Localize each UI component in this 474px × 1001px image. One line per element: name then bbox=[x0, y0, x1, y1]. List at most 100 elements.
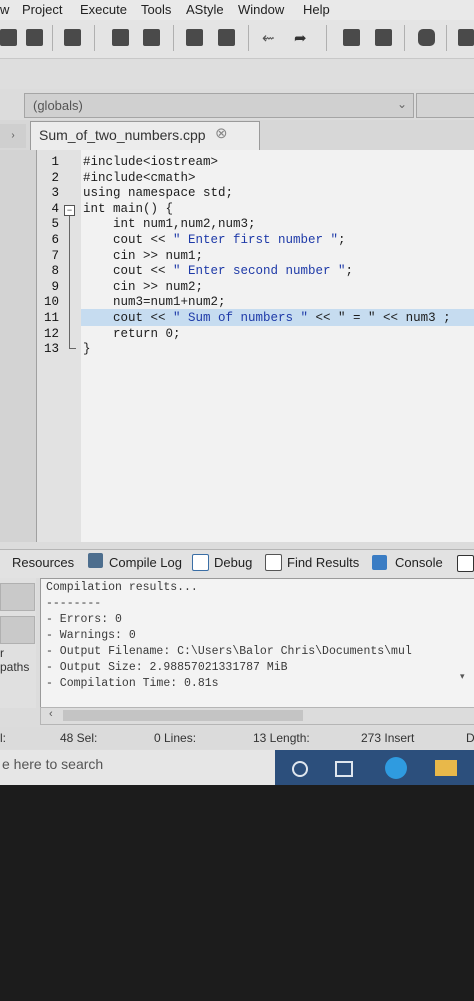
scroll-left-icon[interactable]: ‹ bbox=[49, 708, 53, 720]
unindent-icon[interactable] bbox=[375, 29, 392, 46]
windows-taskbar: e here to search bbox=[0, 750, 474, 785]
tab-resources[interactable]: Resources bbox=[12, 555, 74, 570]
tab-debug[interactable]: Debug bbox=[214, 555, 252, 570]
string-literal: " Sum of numbers " bbox=[173, 311, 309, 325]
tab-compile-log[interactable]: Compile Log bbox=[109, 555, 182, 570]
bookmark-icon[interactable] bbox=[418, 29, 435, 46]
output-line: - Output Size: 2.98857021331787 MiB bbox=[46, 661, 288, 674]
code-line[interactable]: cin >> num2; bbox=[83, 280, 203, 294]
side-button-1[interactable] bbox=[0, 583, 35, 611]
status-length: 13 Length: bbox=[253, 731, 310, 745]
code-line[interactable]: cout << " Enter second number "; bbox=[83, 264, 353, 278]
save-all-icon[interactable] bbox=[143, 29, 160, 46]
line-number: 1 bbox=[51, 155, 59, 169]
print-icon[interactable] bbox=[64, 29, 81, 46]
line-number: 5 bbox=[51, 217, 59, 232]
menu-item-execute[interactable]: Execute bbox=[80, 2, 127, 17]
status-selection: 48 Sel: bbox=[60, 731, 98, 745]
status-extra: D bbox=[466, 731, 474, 745]
toolbar-divider bbox=[404, 25, 405, 51]
code-line[interactable]: cout << " Enter first number "; bbox=[83, 233, 346, 247]
status-insert-mode: 273 Insert bbox=[361, 731, 415, 745]
menu-item-window[interactable]: Window bbox=[238, 2, 284, 17]
taskbar-search-box[interactable]: e here to search bbox=[0, 750, 275, 785]
compiler-side-list: r paths bbox=[0, 578, 36, 708]
scroll-down-icon[interactable]: ▾ bbox=[460, 671, 465, 682]
open-file-icon[interactable] bbox=[26, 29, 43, 46]
code-line[interactable]: num3=num1+num2; bbox=[83, 295, 226, 309]
bottom-panel-tabs: Resources Compile Log Debug Find Results… bbox=[0, 549, 474, 578]
close-file-icon[interactable] bbox=[186, 29, 203, 46]
chevron-down-icon[interactable]: ⌄ bbox=[397, 97, 407, 111]
indent-icon[interactable] bbox=[343, 29, 360, 46]
fold-toggle-icon[interactable]: − bbox=[64, 205, 75, 216]
goto-icon[interactable] bbox=[458, 29, 474, 46]
code-line[interactable]: cout << " Sum of numbers " << " = " << n… bbox=[83, 311, 451, 325]
symbol-combobox[interactable] bbox=[416, 93, 474, 118]
line-number: 4 bbox=[51, 201, 59, 216]
code-text: cin >> num1; bbox=[83, 248, 204, 263]
redo-icon[interactable]: ➦ bbox=[294, 29, 307, 47]
compile-log-output[interactable]: Compilation results... -------- - Errors… bbox=[40, 578, 474, 708]
new-file-icon[interactable] bbox=[0, 29, 17, 46]
tab-sum-of-two-numbers[interactable]: Sum_of_two_numbers.cpp ⊗ bbox=[30, 121, 260, 150]
taskbar-apps bbox=[275, 750, 474, 785]
code-text: int main() { bbox=[83, 201, 174, 216]
scrollbar-thumb[interactable] bbox=[63, 710, 303, 721]
code-line[interactable]: int main() { bbox=[83, 202, 173, 216]
code-text: } bbox=[83, 342, 91, 357]
monitor-bezel bbox=[0, 785, 474, 1001]
code-text: ; bbox=[345, 264, 354, 279]
code-text: << " = " << num3 ; bbox=[308, 311, 451, 325]
toolbar-divider bbox=[326, 25, 327, 51]
line-number: 12 bbox=[43, 326, 59, 341]
code-text: cout << bbox=[83, 233, 174, 247]
code-line[interactable]: #include<iostream> bbox=[83, 155, 218, 169]
code-line[interactable]: return 0; bbox=[83, 327, 181, 341]
menu-item-help[interactable]: Help bbox=[303, 2, 330, 17]
save-icon[interactable] bbox=[112, 29, 129, 46]
expand-panel-icon[interactable]: › bbox=[0, 124, 26, 148]
code-text: cout << bbox=[83, 264, 174, 279]
code-text: num3=num1+num2; bbox=[83, 295, 226, 310]
edge-browser-icon[interactable] bbox=[385, 757, 407, 779]
menu-bar: w Project Execute Tools AStyle Window He… bbox=[0, 0, 474, 20]
cortana-icon[interactable] bbox=[292, 761, 308, 777]
scope-combobox[interactable]: (globals) ⌄ bbox=[24, 93, 414, 118]
code-text: using namespace std; bbox=[83, 186, 234, 201]
code-line[interactable]: using namespace std; bbox=[83, 186, 233, 200]
file-explorer-icon[interactable] bbox=[435, 760, 457, 776]
undo-icon[interactable]: ⇜ bbox=[262, 29, 275, 47]
console-icon bbox=[372, 555, 387, 570]
tab-console[interactable]: Console bbox=[395, 555, 443, 570]
code-text: ; bbox=[338, 233, 346, 247]
menu-item-astyle[interactable]: AStyle bbox=[186, 2, 224, 17]
line-number: 9 bbox=[51, 279, 59, 294]
horizontal-scrollbar[interactable]: ‹ bbox=[40, 707, 474, 725]
code-text: cin >> num2; bbox=[83, 279, 204, 294]
toolbar-divider bbox=[94, 25, 95, 51]
code-line[interactable]: cin >> num1; bbox=[83, 249, 203, 263]
close-all-icon[interactable] bbox=[218, 29, 235, 46]
project-browser-pane[interactable] bbox=[0, 150, 37, 542]
line-number: 2 bbox=[51, 170, 59, 185]
menu-item-file[interactable]: w bbox=[0, 2, 9, 17]
task-view-icon[interactable] bbox=[335, 761, 353, 777]
close-tab-icon[interactable]: ⊗ bbox=[215, 124, 228, 142]
close-panel-icon[interactable] bbox=[457, 555, 474, 572]
tab-find-results[interactable]: Find Results bbox=[287, 555, 359, 570]
code-line[interactable]: } bbox=[83, 342, 91, 356]
find-icon bbox=[265, 554, 282, 571]
menu-item-tools[interactable]: Tools bbox=[141, 2, 171, 17]
string-literal: " Enter first number " bbox=[173, 233, 339, 247]
code-line[interactable]: #include<cmath> bbox=[83, 171, 196, 185]
ide-window: w Project Execute Tools AStyle Window He… bbox=[0, 0, 474, 785]
menu-item-project[interactable]: Project bbox=[22, 2, 62, 17]
code-text: #include<iostream> bbox=[83, 155, 219, 169]
toolbar-divider bbox=[52, 25, 53, 51]
line-number: 6 bbox=[51, 233, 59, 247]
scope-value: (globals) bbox=[33, 98, 83, 113]
code-text: int num1,num2,num3; bbox=[83, 217, 256, 232]
side-button-2[interactable] bbox=[0, 616, 35, 644]
code-line[interactable]: int num1,num2,num3; bbox=[83, 217, 256, 231]
